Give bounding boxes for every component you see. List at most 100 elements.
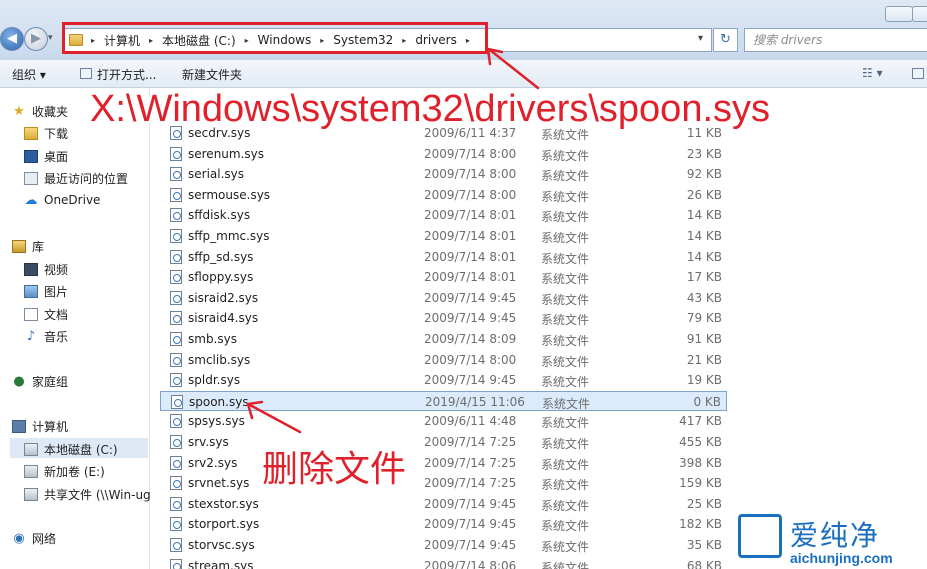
file-row[interactable]: sermouse.sys 2009/7/14 8:00 系统文件 26 KB: [160, 185, 727, 205]
file-size: 0 KB: [693, 394, 721, 409]
sidebar-item-onedrive[interactable]: ☁ OneDrive: [24, 193, 101, 207]
breadcrumb-separator-icon[interactable]: ▸: [316, 36, 328, 45]
sidebar-item-library[interactable]: 库: [12, 238, 44, 255]
sidebar-item-drive-e[interactable]: 新加卷 (E:): [24, 463, 105, 480]
file-row[interactable]: sffp_mmc.sys 2009/7/14 8:01 系统文件 14 KB: [160, 226, 727, 246]
desktop-icon: [24, 150, 38, 163]
sidebar-item-label: 库: [32, 240, 45, 254]
file-row[interactable]: serial.sys 2009/7/14 8:00 系统文件 92 KB: [160, 164, 727, 184]
file-row[interactable]: srv.sys 2009/7/14 7:25 系统文件 455 KB: [160, 432, 727, 452]
file-row[interactable]: srvnet.sys 2009/7/14 7:25 系统文件 159 KB: [160, 473, 727, 493]
file-type: 系统文件: [541, 231, 590, 245]
sidebar-item-favorites[interactable]: ★ 收藏夹: [12, 103, 68, 120]
sidebar-item-label: 文档: [44, 308, 69, 322]
sidebar-item-label: 家庭组: [32, 375, 69, 389]
file-type: 系统文件: [541, 210, 590, 225]
file-size: 26 KB: [686, 187, 722, 202]
back-button[interactable]: ◀: [0, 27, 24, 51]
sidebar-item-pictures[interactable]: 图片: [24, 283, 68, 300]
sidebar-item-recent[interactable]: 最近访问的位置: [24, 170, 128, 187]
breadcrumb-system32[interactable]: System32: [328, 33, 398, 47]
history-dropdown-icon[interactable]: ▾: [48, 33, 53, 43]
file-icon: [170, 167, 182, 182]
breadcrumb: ▸ 计算机 ▸ 本地磁盘 (C:) ▸ Windows ▸ System32 ▸…: [87, 29, 474, 51]
sidebar-item-desktop[interactable]: 桌面: [24, 148, 68, 165]
sidebar-item-computer[interactable]: 计算机: [12, 418, 68, 435]
sidebar-item-label: 视频: [44, 263, 69, 277]
file-row[interactable]: smclib.sys 2009/7/14 8:00 系统文件 21 KB: [160, 350, 727, 370]
sidebar-item-downloads[interactable]: 下载: [24, 125, 68, 142]
file-row[interactable]: sfloppy.sys 2009/7/14 8:01 系统文件 17 KB: [160, 267, 727, 287]
sidebar-item-videos[interactable]: 视频: [24, 261, 68, 278]
sidebar-item-music[interactable]: ♪ 音乐: [24, 328, 68, 345]
file-row[interactable]: spoon.sys 2019/4/15 11:06 系统文件 0 KB: [160, 390, 727, 411]
breadcrumb-separator-icon[interactable]: ▸: [145, 36, 157, 45]
file-size: 21 KB: [686, 352, 722, 367]
file-row[interactable]: srv2.sys 2009/7/14 7:25 系统文件 398 KB: [160, 453, 727, 473]
file-row[interactable]: serenum.sys 2009/7/14 8:00 系统文件 23 KB: [160, 144, 727, 164]
preview-pane-icon[interactable]: [912, 68, 924, 79]
file-type: 系统文件: [541, 354, 590, 369]
breadcrumb-separator-icon[interactable]: ▸: [462, 36, 474, 45]
file-type: 系统文件: [541, 478, 590, 493]
forward-arrow-icon: ▶: [31, 31, 41, 46]
breadcrumb-windows[interactable]: Windows: [253, 33, 317, 47]
file-icon: [170, 290, 182, 305]
breadcrumb-computer[interactable]: 计算机: [99, 32, 145, 49]
file-type: 系统文件: [541, 251, 590, 266]
file-name: storvsc.sys: [188, 538, 255, 552]
breadcrumb-separator-icon[interactable]: ▸: [241, 36, 253, 45]
file-icon: [170, 414, 182, 429]
file-type: 系统文件: [541, 457, 590, 472]
maximize-button[interactable]: [912, 6, 927, 22]
file-date: 2009/7/14 9:45: [424, 290, 517, 305]
file-type: 系统文件: [541, 416, 590, 431]
breadcrumb-drivers[interactable]: drivers: [410, 33, 462, 47]
file-row[interactable]: smb.sys 2009/7/14 8:09 系统文件 91 KB: [160, 329, 727, 349]
sidebar-item-label: 本地磁盘 (C:): [44, 443, 118, 457]
forward-button[interactable]: ▶: [24, 27, 48, 51]
path-annotation: X:\Windows\system32\drivers\spoon.sys: [90, 88, 771, 130]
view-options-button[interactable]: ☷ ▾: [862, 66, 883, 80]
organize-button[interactable]: 组织 ▾: [12, 66, 46, 83]
file-row[interactable]: storvsc.sys 2009/7/14 9:45 系统文件 35 KB: [160, 535, 727, 555]
file-name: serial.sys: [188, 167, 245, 182]
file-size: 23 KB: [686, 146, 722, 161]
address-dropdown-icon[interactable]: ▾: [698, 33, 703, 44]
sidebar-item-documents[interactable]: 文档: [24, 306, 68, 323]
file-icon: [170, 187, 182, 202]
file-row[interactable]: sffp_sd.sys 2009/7/14 8:01 系统文件 14 KB: [160, 247, 727, 267]
breadcrumb-drive-c[interactable]: 本地磁盘 (C:): [157, 32, 241, 49]
file-date: 2009/7/14 8:01: [424, 270, 517, 285]
file-row[interactable]: stream.sys 2009/7/14 8:06 系统文件 68 KB: [160, 556, 727, 569]
file-row[interactable]: sisraid4.sys 2009/7/14 9:45 系统文件 79 KB: [160, 308, 727, 328]
file-row[interactable]: sisraid2.sys 2009/7/14 9:45 系统文件 43 KB: [160, 288, 727, 308]
file-row[interactable]: sffdisk.sys 2009/7/14 8:01 系统文件 14 KB: [160, 205, 727, 225]
sidebar-item-homegroup[interactable]: ● 家庭组: [12, 373, 68, 390]
file-row[interactable]: spldr.sys 2009/7/14 9:45 系统文件 19 KB: [160, 370, 727, 390]
minimize-button[interactable]: [885, 6, 913, 22]
file-type: 系统文件: [541, 334, 590, 348]
file-icon: [170, 517, 182, 532]
file-date: 2009/6/11 4:48: [424, 414, 517, 429]
sidebar-item-network[interactable]: ◉ 网络: [12, 530, 56, 547]
breadcrumb-separator-icon[interactable]: ▸: [398, 36, 410, 45]
folder-icon: [69, 34, 83, 46]
refresh-button[interactable]: ↻: [713, 28, 738, 52]
file-row[interactable]: storport.sys 2009/7/14 9:45 系统文件 182 KB: [160, 514, 727, 534]
file-row[interactable]: stexstor.sys 2009/7/14 9:45 系统文件 25 KB: [160, 494, 727, 514]
sidebar-item-label: 最近访问的位置: [44, 172, 129, 186]
open-with-button[interactable]: 打开方式...: [97, 66, 156, 83]
recent-places-icon: [24, 172, 38, 185]
file-size: 14 KB: [686, 229, 722, 243]
sidebar-item-network-share[interactable]: 共享文件 (\\Win-ug: [24, 486, 151, 503]
back-arrow-icon: ◀: [7, 31, 17, 46]
sidebar-item-drive-c[interactable]: 本地磁盘 (C:): [24, 441, 118, 458]
breadcrumb-separator-icon[interactable]: ▸: [87, 36, 99, 45]
search-input[interactable]: 搜索 drivers: [744, 28, 927, 52]
file-row[interactable]: spsys.sys 2009/6/11 4:48 系统文件 417 KB: [160, 411, 727, 431]
file-date: 2009/7/14 7:25: [424, 476, 517, 491]
file-date: 2009/7/14 9:45: [424, 373, 517, 388]
address-bar[interactable]: ▸ 计算机 ▸ 本地磁盘 (C:) ▸ Windows ▸ System32 ▸…: [62, 28, 712, 52]
new-folder-button[interactable]: 新建文件夹: [182, 66, 242, 83]
